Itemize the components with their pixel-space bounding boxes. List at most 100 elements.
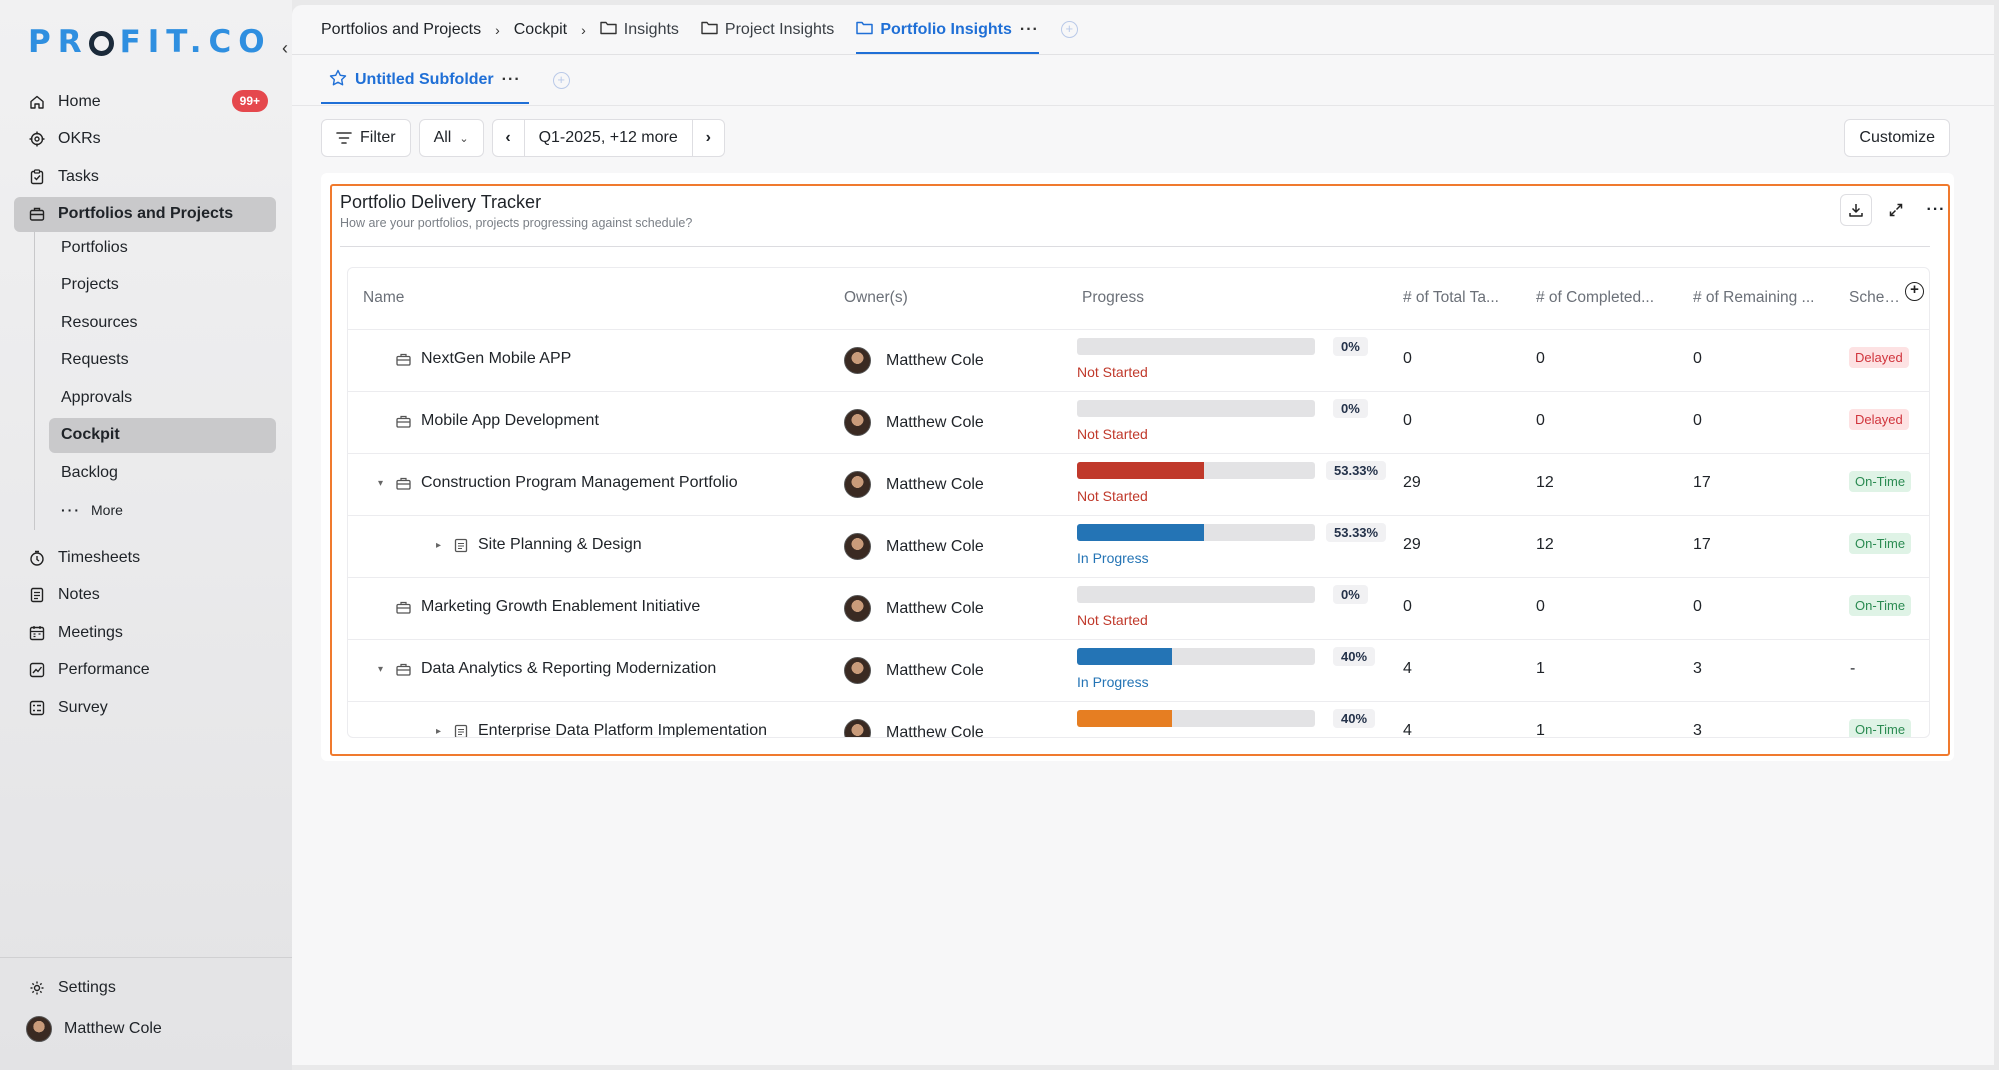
tab-project-insights[interactable]: Project Insights <box>701 5 834 55</box>
item-name-link[interactable]: Construction Program Management Portfoli… <box>421 474 738 492</box>
sidebar-item-survey[interactable]: Survey <box>14 690 276 725</box>
column-header-remaining-tasks[interactable]: # of Remaining ... <box>1693 289 1819 307</box>
more-label: More <box>91 502 123 518</box>
more-options-button[interactable]: ··· <box>1920 194 1952 226</box>
table-row[interactable]: Marketing Growth Enablement Initiative M… <box>348 578 1929 640</box>
progress-status: Not Started <box>1077 488 1148 504</box>
breadcrumb-portfolios-and-projects[interactable]: Portfolios and Projects <box>321 21 481 39</box>
column-header-total-tasks[interactable]: # of Total Ta... <box>1403 289 1505 307</box>
expand-caret-down-icon[interactable]: ▾ <box>378 478 392 489</box>
subnav-item-cockpit[interactable]: Cockpit <box>49 417 276 453</box>
briefcase-icon <box>396 663 411 676</box>
avatar <box>844 533 871 560</box>
more-options-icon[interactable]: ··· <box>502 71 521 89</box>
sidebar-item-portfolios-and-projects[interactable]: Portfolios and Projects <box>14 196 276 232</box>
sidebar-item-label: Meetings <box>58 623 123 641</box>
table-row[interactable]: ▸ Site Planning & Design Matthew Cole 53… <box>348 516 1929 578</box>
logo-target-icon <box>88 30 114 56</box>
schedule-status-badge: Delayed <box>1849 409 1909 430</box>
chart-icon <box>28 661 46 679</box>
add-tab-button[interactable]: + <box>1060 21 1078 38</box>
collapse-sidebar-button[interactable]: ‹ <box>282 38 288 59</box>
progress-percent: 0% <box>1333 585 1368 604</box>
sidebar-item-label: Performance <box>58 661 150 678</box>
add-subfolder-button[interactable]: + <box>552 71 570 89</box>
filter-button[interactable]: Filter <box>321 119 411 157</box>
subnav-item-projects[interactable]: Projects <box>49 268 276 303</box>
sidebar-item-performance[interactable]: Performance <box>14 653 276 688</box>
progress-bar <box>1077 710 1315 727</box>
tab-portfolio-insights[interactable]: Portfolio Insights ··· <box>856 5 1039 55</box>
progress-percent: 40% <box>1333 709 1376 728</box>
calendar-icon <box>28 624 46 642</box>
item-name-link[interactable]: Mobile App Development <box>421 412 599 430</box>
tab-insights[interactable]: Insights <box>600 5 679 55</box>
main-content: Portfolios and Projects › Cockpit › Insi… <box>292 5 1994 1065</box>
subnav-item-portfolios[interactable]: Portfolios <box>49 230 276 265</box>
column-header-schedule[interactable]: Schedu <box>1849 289 1901 307</box>
notes-icon <box>28 586 46 604</box>
owner-cell: Matthew Cole <box>844 409 984 436</box>
item-name-link[interactable]: Marketing Growth Enablement Initiative <box>421 598 700 616</box>
name-cell: Marketing Growth Enablement Initiative <box>378 598 700 616</box>
subnav-more-button[interactable]: ··· More <box>49 493 276 528</box>
subnav-item-requests[interactable]: Requests <box>49 343 276 378</box>
more-options-icon[interactable]: ··· <box>1020 21 1039 39</box>
breadcrumb-cockpit[interactable]: Cockpit <box>514 21 567 39</box>
progress-status: In Progress <box>1077 550 1149 566</box>
sidebar-item-meetings[interactable]: Meetings <box>14 615 276 650</box>
progress-percent: 0% <box>1333 337 1368 356</box>
chevron-right-icon: › <box>581 21 586 38</box>
subnav-item-resources[interactable]: Resources <box>49 305 276 340</box>
table-row[interactable]: Mobile App Development Matthew Cole 0% N… <box>348 392 1929 454</box>
sidebar-item-timesheets[interactable]: Timesheets <box>14 540 276 575</box>
table-header: Name Owner(s) Progress # of Total Ta... … <box>348 268 1929 330</box>
item-name-link[interactable]: NextGen Mobile APP <box>421 350 571 368</box>
owner-name: Matthew Cole <box>886 723 984 738</box>
table-row[interactable]: ▾ Construction Program Management Portfo… <box>348 454 1929 516</box>
item-name-link[interactable]: Data Analytics & Reporting Modernization <box>421 660 716 678</box>
sidebar-item-settings[interactable]: Settings <box>14 970 276 1005</box>
remaining-tasks-value: 3 <box>1693 722 1702 738</box>
briefcase-icon <box>396 415 411 428</box>
column-header-progress[interactable]: Progress <box>1082 289 1144 307</box>
sidebar-item-okrs[interactable]: OKRs <box>14 122 276 157</box>
table-row[interactable]: ▸ Enterprise Data Platform Implementatio… <box>348 702 1929 738</box>
column-header-owners[interactable]: Owner(s) <box>844 289 908 307</box>
expand-button[interactable] <box>1880 194 1912 226</box>
remaining-tasks-value: 0 <box>1693 350 1702 367</box>
all-dropdown[interactable]: All ⌄ <box>418 119 484 157</box>
expand-caret-right-icon[interactable]: ▸ <box>436 726 450 737</box>
table-row[interactable]: NextGen Mobile APP Matthew Cole 0% Not S… <box>348 330 1929 392</box>
user-profile[interactable]: Matthew Cole <box>26 1016 162 1042</box>
period-dropdown[interactable]: Q1-2025, +12 more <box>525 120 692 156</box>
sidebar-item-tasks[interactable]: Tasks <box>14 159 276 194</box>
star-icon[interactable] <box>329 69 347 92</box>
sidebar-item-label: OKRs <box>58 130 101 147</box>
expand-caret-right-icon[interactable]: ▸ <box>436 540 450 551</box>
document-icon <box>454 724 468 737</box>
next-period-button[interactable]: › <box>691 120 724 156</box>
add-column-button[interactable]: + <box>1905 282 1924 301</box>
download-button[interactable] <box>1840 194 1872 226</box>
column-header-completed-tasks[interactable]: # of Completed... <box>1536 289 1662 307</box>
column-header-name[interactable]: Name <box>363 289 404 307</box>
owner-name: Matthew Cole <box>886 475 984 493</box>
widget-subtitle: How are your portfolios, projects progre… <box>340 216 693 230</box>
total-tasks-value: 0 <box>1403 598 1412 615</box>
item-name-link[interactable]: Enterprise Data Platform Implementation <box>478 722 767 737</box>
customize-button[interactable]: Customize <box>1844 119 1950 157</box>
sidebar-item-notes[interactable]: Notes <box>14 578 276 613</box>
profit-co-logo[interactable]: PR FIT.CO <box>28 24 272 60</box>
item-name-link[interactable]: Site Planning & Design <box>478 536 642 554</box>
subnav-item-backlog[interactable]: Backlog <box>49 455 276 490</box>
owner-cell: Matthew Cole <box>844 471 984 498</box>
sidebar-divider <box>0 957 292 958</box>
table-row[interactable]: ▾ Data Analytics & Reporting Modernizati… <box>348 640 1929 702</box>
expand-caret-down-icon[interactable]: ▾ <box>378 664 392 675</box>
tab-untitled-subfolder[interactable]: Untitled Subfolder ··· <box>321 55 529 105</box>
folder-icon <box>701 20 718 40</box>
subnav-item-approvals[interactable]: Approvals <box>49 380 276 415</box>
previous-period-button[interactable]: ‹ <box>493 120 525 156</box>
sidebar-item-home[interactable]: Home 99+ <box>14 84 276 119</box>
